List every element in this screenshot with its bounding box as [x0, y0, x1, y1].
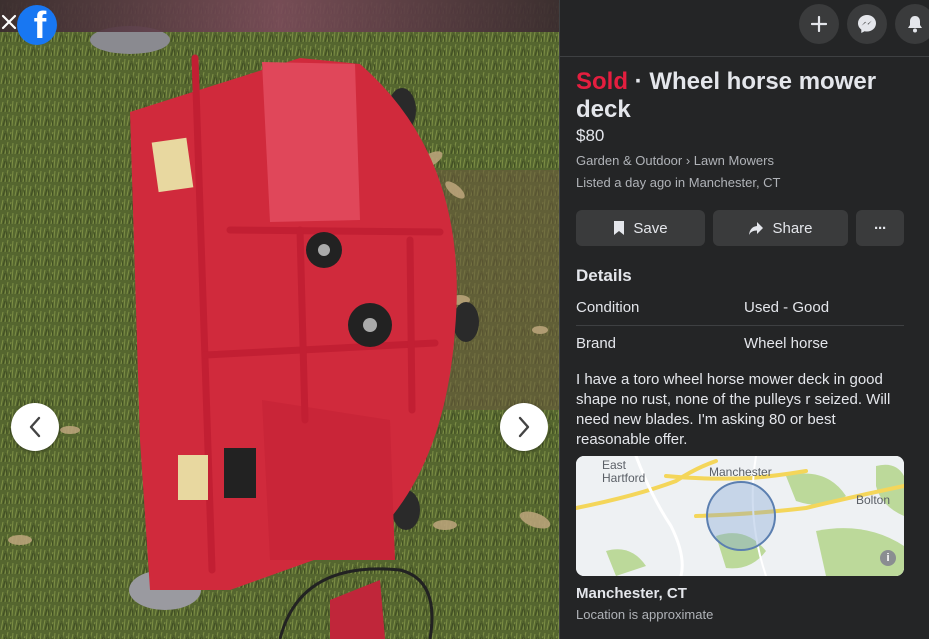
detail-row-condition: Condition Used - Good	[576, 290, 904, 326]
bookmark-icon	[614, 221, 625, 235]
location-map[interactable]: East Hartford Manchester Bolton i	[576, 456, 904, 576]
more-options-button[interactable]: ···	[856, 210, 904, 246]
bell-icon	[908, 16, 922, 33]
map-label-east-hartford: East Hartford	[602, 458, 646, 485]
breadcrumb-item-garden-outdoor[interactable]: Garden & Outdoor	[576, 153, 682, 168]
save-label: Save	[633, 219, 668, 237]
location-name: Manchester, CT	[576, 585, 687, 602]
detail-value: Used - Good	[744, 299, 830, 316]
notifications-button[interactable]	[895, 4, 929, 44]
facebook-logo-icon[interactable]: f	[17, 5, 57, 45]
detail-value: Wheel horse	[744, 335, 829, 352]
share-button[interactable]: Share	[713, 210, 848, 246]
messenger-icon	[858, 15, 876, 33]
close-icon[interactable]	[1, 11, 17, 33]
map-label-manchester: Manchester	[709, 465, 772, 479]
listing-photo	[0, 0, 559, 639]
plus-icon	[811, 16, 827, 32]
next-photo-button[interactable]	[500, 403, 548, 451]
photo-viewer: f	[0, 0, 559, 639]
details-heading: Details	[576, 266, 632, 285]
viewer-top-bar	[0, 0, 559, 32]
category-breadcrumb: Garden & Outdoor › Lawn Mowers	[576, 153, 774, 168]
detail-label: Condition	[576, 299, 640, 316]
messenger-button[interactable]	[847, 4, 887, 44]
sold-status: Sold	[576, 68, 628, 95]
facebook-logo-glyph: f	[33, 5, 47, 45]
chevron-left-icon	[29, 416, 41, 438]
title-separator: ·	[628, 68, 650, 95]
share-label: Share	[772, 219, 813, 237]
listing-price: $80	[576, 126, 605, 145]
listed-info: Listed a day ago in Manchester, CT	[576, 175, 781, 190]
listing-description: I have a toro wheel horse mower deck in …	[576, 371, 891, 448]
detail-row-brand: Brand Wheel horse	[576, 326, 904, 362]
share-icon	[749, 221, 764, 235]
listing-title: Sold · Wheel horse mower deck	[576, 68, 916, 124]
save-button[interactable]: Save	[576, 210, 705, 246]
chevron-right-icon	[518, 416, 530, 438]
info-icon[interactable]: i	[880, 550, 896, 566]
more-icon: ···	[874, 219, 887, 237]
map-label-bolton: Bolton	[856, 493, 891, 507]
previous-photo-button[interactable]	[11, 403, 59, 451]
breadcrumb-item-lawn-mowers[interactable]: Lawn Mowers	[694, 153, 774, 168]
location-note: Location is approximate	[576, 607, 714, 622]
detail-label: Brand	[576, 335, 617, 352]
panel-top-bar	[560, 0, 929, 57]
listing-panel: Sold · Wheel horse mower deck $80 Garden…	[559, 0, 929, 639]
create-button[interactable]	[799, 4, 839, 44]
breadcrumb-separator: ›	[682, 153, 694, 168]
